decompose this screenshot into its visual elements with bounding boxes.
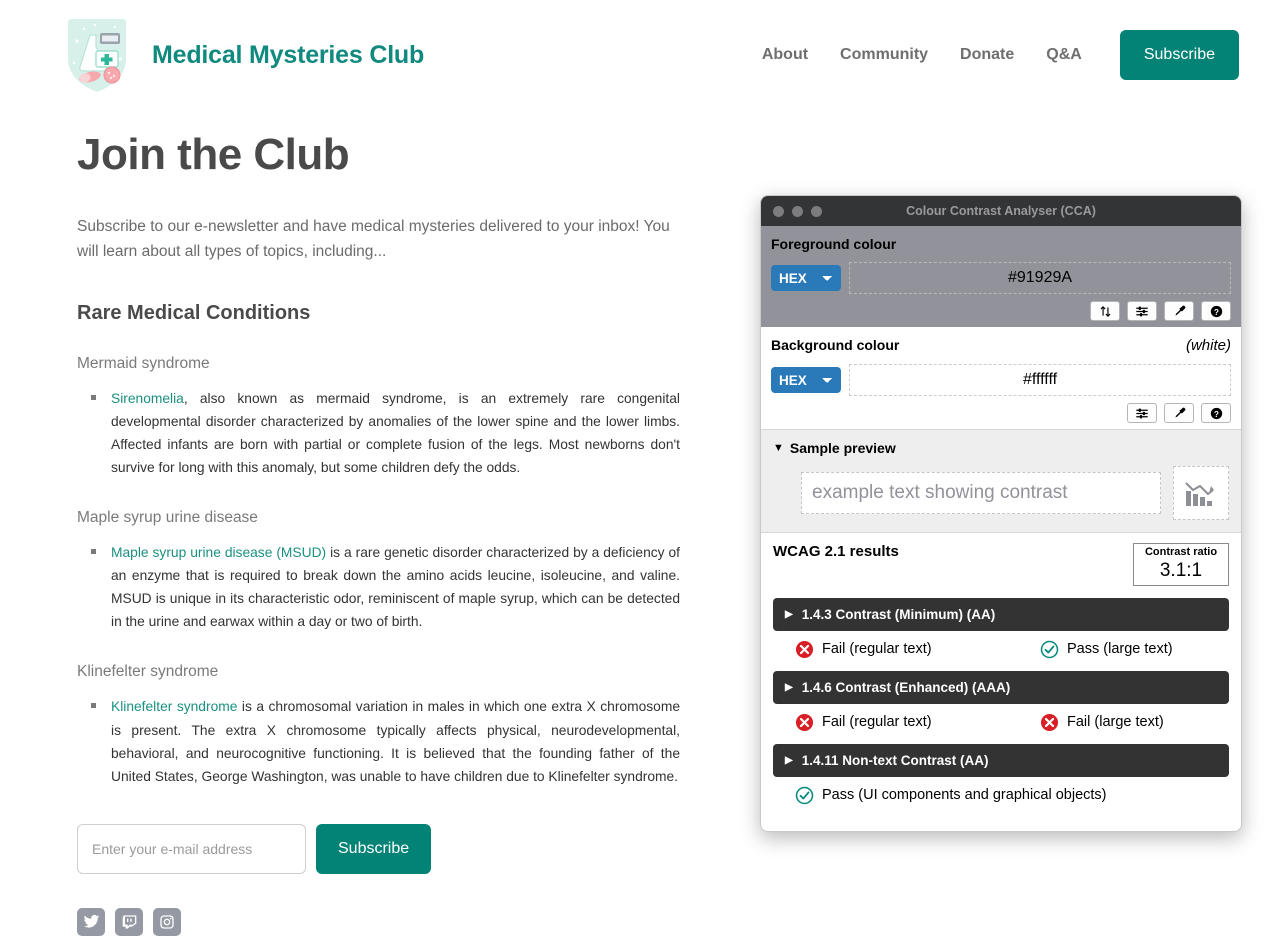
background-label: Background colour xyxy=(771,337,900,353)
fail-icon xyxy=(1040,713,1059,732)
condition-list-mermaid: Sirenomelia, also known as mermaid syndr… xyxy=(77,387,680,479)
main-content: Join the Club Subscribe to our e-newslet… xyxy=(0,100,740,936)
traffic-lights xyxy=(773,205,822,217)
section-title: Rare Medical Conditions xyxy=(77,302,311,325)
zoom-window-button[interactable] xyxy=(811,205,822,217)
list-item: Klinefelter syndrome is a chromosomal va… xyxy=(91,695,680,787)
foreground-tools: ? xyxy=(771,301,1231,321)
outcome-label: Fail (regular text) xyxy=(822,714,932,731)
fail-icon xyxy=(795,713,814,732)
chevron-right-icon[interactable]: ▶ xyxy=(785,682,793,693)
sliders-icon[interactable] xyxy=(1127,301,1157,321)
cca-window-title: Colour Contrast Analyser (CCA) xyxy=(906,204,1096,218)
twitch-icon[interactable] xyxy=(115,907,143,936)
criterion-1-4-3[interactable]: ▶ 1.4.3 Contrast (Minimum) (AA) xyxy=(773,597,1229,631)
criterion-1-4-3-outcomes: Fail (regular text) Pass (large text) xyxy=(773,631,1229,659)
outcome-non-text: Pass (UI components and graphical object… xyxy=(795,786,1107,805)
background-panel: Background colour (white) HEX ? xyxy=(761,327,1241,429)
svg-text:?: ? xyxy=(1214,409,1219,418)
nav-subscribe-button[interactable]: Subscribe xyxy=(1119,30,1239,80)
outcome-regular-text: Fail (regular text) xyxy=(795,640,1040,659)
help-icon[interactable]: ? xyxy=(1201,301,1231,321)
criterion-1-4-11-outcomes: Pass (UI components and graphical object… xyxy=(773,777,1229,805)
wcag-results-panel: WCAG 2.1 results Contrast ratio 3.1:1 ▶ … xyxy=(761,533,1241,831)
background-tools: ? xyxy=(771,403,1231,423)
sample-text[interactable]: example text showing contrast xyxy=(801,472,1161,514)
condition-heading-mermaid: Mermaid syndrome xyxy=(77,355,210,373)
subscribe-submit-button[interactable]: Subscribe xyxy=(316,823,432,874)
contrast-ratio-label: Contrast ratio xyxy=(1144,546,1218,558)
instagram-icon[interactable] xyxy=(153,907,181,936)
cca-window[interactable]: Colour Contrast Analyser (CCA) Foregroun… xyxy=(760,195,1242,832)
criterion-label: 1.4.3 Contrast (Minimum) (AA) xyxy=(801,606,996,622)
background-format-select[interactable]: HEX xyxy=(771,367,841,393)
shield-lab-logo-icon xyxy=(60,11,134,99)
brand-title: Medical Mysteries Club xyxy=(152,40,425,69)
background-hex-input[interactable] xyxy=(849,364,1231,396)
condition-link-klinefelter[interactable]: Klinefelter syndrome xyxy=(111,699,237,714)
nav-item-community[interactable]: Community xyxy=(824,46,944,64)
help-icon[interactable]: ? xyxy=(1201,403,1231,423)
chevron-right-icon[interactable]: ▶ xyxy=(785,755,793,766)
fail-icon xyxy=(795,640,814,659)
sample-preview-header[interactable]: ▼ Sample preview xyxy=(773,440,1229,456)
nav-item-about[interactable]: About xyxy=(762,46,824,64)
list-item: Sirenomelia, also known as mermaid syndr… xyxy=(91,387,680,479)
main-nav: About Community Donate Q&A Subscribe xyxy=(762,30,1239,80)
cca-titlebar[interactable]: Colour Contrast Analyser (CCA) xyxy=(761,196,1241,226)
condition-list-msud: Maple syrup urine disease (MSUD) is a ra… xyxy=(77,541,680,633)
brand[interactable]: Medical Mysteries Club xyxy=(60,11,424,99)
contrast-ratio-value: 3.1:1 xyxy=(1159,559,1203,581)
outcome-label: Fail (regular text) xyxy=(822,641,932,658)
eyedropper-icon[interactable] xyxy=(1164,301,1194,321)
criterion-1-4-6[interactable]: ▶ 1.4.6 Contrast (Enhanced) (AAA) xyxy=(773,670,1229,704)
social-links xyxy=(77,907,680,936)
close-window-button[interactable] xyxy=(773,205,784,217)
outcome-label: Pass (UI components and graphical object… xyxy=(822,787,1107,804)
outcome-label: Fail (large text) xyxy=(1067,714,1164,731)
criterion-1-4-6-outcomes: Fail (regular text) Fail (large text) xyxy=(773,704,1229,732)
list-item: Maple syrup urine disease (MSUD) is a ra… xyxy=(91,541,680,633)
minimize-window-button[interactable] xyxy=(792,205,803,217)
outcome-large-text: Fail (large text) xyxy=(1040,713,1164,732)
condition-link-sirenomelia[interactable]: Sirenomelia xyxy=(111,391,184,406)
subscribe-form: Subscribe xyxy=(77,823,680,874)
outcome-large-text: Pass (large text) xyxy=(1040,640,1173,659)
svg-text:?: ? xyxy=(1214,307,1219,316)
pass-icon xyxy=(795,786,814,805)
criterion-1-4-11[interactable]: ▶ 1.4.11 Non-text Contrast (AA) xyxy=(773,743,1229,777)
nav-item-qa[interactable]: Q&A xyxy=(1030,46,1098,64)
foreground-panel: Foreground colour HEX ? xyxy=(761,226,1241,327)
page-title: Join the Club xyxy=(77,130,350,179)
twitter-icon[interactable] xyxy=(77,907,105,936)
site-header: Medical Mysteries Club About Community D… xyxy=(0,0,1275,100)
foreground-label: Foreground colour xyxy=(771,236,897,252)
wcag-results-title: WCAG 2.1 results xyxy=(773,543,899,560)
criterion-label: 1.4.6 Contrast (Enhanced) (AAA) xyxy=(801,679,1011,695)
chevron-down-icon[interactable]: ▼ xyxy=(773,442,784,454)
outcome-regular-text: Fail (regular text) xyxy=(795,713,1040,732)
sample-preview-panel: ▼ Sample preview example text showing co… xyxy=(761,429,1241,533)
condition-heading-klinefelter: Klinefelter syndrome xyxy=(77,663,219,681)
foreground-format-select[interactable]: HEX xyxy=(771,265,841,291)
sample-preview-title: Sample preview xyxy=(789,440,896,456)
pass-icon xyxy=(1040,640,1059,659)
contrast-ratio-box: Contrast ratio 3.1:1 xyxy=(1133,543,1229,586)
foreground-hex-input[interactable] xyxy=(849,262,1231,294)
condition-body: , also known as mermaid syndrome, is an … xyxy=(111,391,680,476)
swap-colours-icon[interactable] xyxy=(1090,301,1120,321)
background-colour-name: (white) xyxy=(1185,337,1231,354)
condition-link-msud[interactable]: Maple syrup urine disease (MSUD) xyxy=(111,545,326,560)
nav-item-donate[interactable]: Donate xyxy=(944,46,1030,64)
eyedropper-icon[interactable] xyxy=(1164,403,1194,423)
condition-heading-msud: Maple syrup urine disease xyxy=(77,509,258,527)
declining-bar-chart-icon xyxy=(1173,466,1229,520)
outcome-label: Pass (large text) xyxy=(1067,641,1173,658)
chevron-right-icon[interactable]: ▶ xyxy=(785,609,793,620)
condition-list-klinefelter: Klinefelter syndrome is a chromosomal va… xyxy=(77,695,680,787)
criterion-label: 1.4.11 Non-text Contrast (AA) xyxy=(801,752,989,768)
email-input[interactable] xyxy=(77,823,306,874)
sliders-icon[interactable] xyxy=(1127,403,1157,423)
intro-paragraph: Subscribe to our e-newsletter and have m… xyxy=(77,218,670,261)
